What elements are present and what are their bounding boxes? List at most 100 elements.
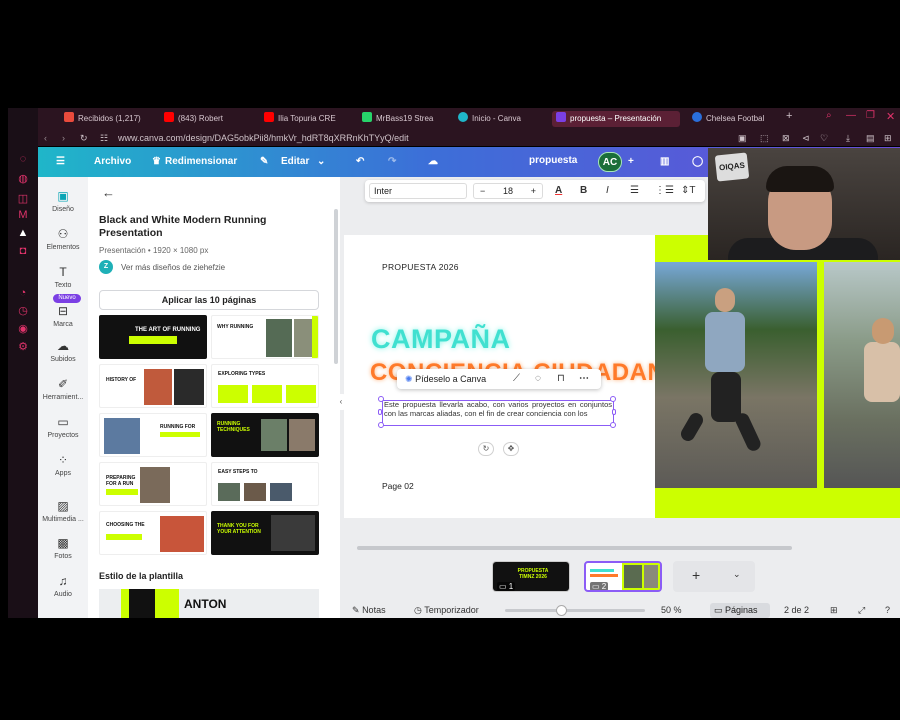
font-family-select[interactable]: Inter [369, 183, 467, 199]
template-page-thumb[interactable]: RUNNING FOR [99, 413, 207, 457]
rail-item-projects[interactable]: ▭ Proyectos [38, 415, 88, 439]
messenger-icon[interactable]: ◍ [16, 172, 30, 186]
resize-handle[interactable] [378, 409, 382, 415]
wallet-icon[interactable]: ▤ [866, 131, 875, 145]
resize-handle[interactable] [610, 422, 616, 428]
maximize-icon[interactable]: ❐ [866, 110, 875, 121]
extensions-icon[interactable]: ⊞ [884, 131, 892, 145]
template-page-thumb[interactable]: THANK YOU FOR YOUR ATTENTION [211, 511, 319, 555]
plus-icon[interactable]: + [531, 184, 536, 198]
site-info-icon[interactable]: ☷ [100, 131, 108, 145]
history-icon[interactable]: ◔ [16, 286, 30, 300]
download-icon[interactable]: ⤓ [846, 131, 850, 145]
resize-handle[interactable] [612, 409, 616, 415]
panel-scrollbar[interactable] [334, 209, 338, 364]
rail-item-uploads[interactable]: ☁ Subidos [38, 339, 88, 363]
tab-youtube-2[interactable]: Ilia Topuria CRE [264, 111, 350, 127]
tab-chelsea[interactable]: Chelsea Footbal [692, 111, 778, 127]
twitch-icon[interactable]: ◘ [16, 244, 30, 258]
zoom-level[interactable]: 50 % [661, 604, 682, 616]
font-size-stepper[interactable]: − 18 + [473, 183, 543, 199]
share-icon[interactable]: ⊲ [802, 131, 810, 145]
screenshot-icon[interactable]: ⬚ [760, 131, 769, 145]
forward-arrow-icon[interactable]: › [62, 131, 65, 145]
rail-item-apps[interactable]: ⁘ Apps [38, 453, 88, 477]
font-size-value[interactable]: 18 [503, 186, 513, 196]
settings-icon[interactable]: ⚙ [16, 340, 30, 354]
template-page-thumb[interactable]: EXPLORING TYPES [211, 364, 319, 408]
rail-item-brand[interactable]: ⊟ Marca [38, 304, 88, 328]
slide-headline-campana[interactable]: CAMPAÑA [371, 324, 511, 355]
hamburger-menu-icon[interactable]: ☰ [56, 155, 65, 169]
tab-youtube-1[interactable]: (843) Robert [164, 111, 250, 127]
clock-icon[interactable]: ◷ [16, 304, 30, 318]
resize-handle[interactable] [610, 396, 616, 402]
template-page-thumb[interactable]: THE ART OF RUNNING [99, 315, 207, 359]
rail-item-tools[interactable]: ✐ Herramient... [38, 377, 88, 401]
zoom-slider-handle[interactable] [556, 605, 567, 616]
zoom-slider-track[interactable] [505, 609, 645, 612]
chevron-down-icon[interactable]: ⌄ [733, 569, 741, 580]
comment-add-icon[interactable]: ◌ [535, 372, 541, 386]
pin-icon[interactable]: ◉ [16, 322, 30, 336]
runner-photo-secondary[interactable] [824, 262, 900, 488]
minus-icon[interactable]: − [480, 184, 485, 198]
new-tab-plus-icon[interactable]: + [786, 110, 792, 122]
ai-icon[interactable]: ▲ [16, 226, 30, 240]
discord-icon[interactable]: ◫ [16, 192, 30, 206]
collapse-panel-icon[interactable]: ‹ [336, 394, 346, 410]
minimize-icon[interactable]: — [846, 110, 856, 121]
author-link[interactable]: Ver más diseños de ziehefzie [121, 263, 225, 272]
tab-kick[interactable]: MrBass19 Strea [362, 111, 448, 127]
ask-canva-button[interactable]: ✺ Pídeselo a Canva [405, 372, 486, 386]
rail-item-elements[interactable]: ⚇ Elementos [38, 227, 88, 251]
italic-icon[interactable]: I [606, 183, 609, 199]
help-icon[interactable]: ? [885, 604, 890, 616]
reload-icon[interactable]: ↻ [80, 131, 88, 145]
search-icon[interactable]: ⌕ [826, 110, 832, 121]
tab-gmail[interactable]: Recibidos (1,217) [64, 111, 150, 127]
plus-icon[interactable]: + [692, 567, 700, 583]
slide-body-text[interactable]: Este propuesta llevarla acabo, con vario… [382, 400, 614, 426]
undo-icon[interactable]: ↶ [356, 155, 364, 169]
template-style-card[interactable]: ANTON [99, 589, 319, 618]
move-icon[interactable]: ✥ [503, 442, 519, 456]
analytics-icon[interactable]: ▥ [660, 155, 669, 169]
back-arrow-icon[interactable]: ← [102, 185, 115, 200]
url-field[interactable]: www.canva.com/design/DAG5obkPii8/hmkVr_h… [118, 131, 409, 145]
rail-item-design[interactable]: ▣ Diseño [38, 189, 88, 213]
rail-item-audio[interactable]: ♫ Audio [38, 574, 88, 598]
gmail-side-icon[interactable]: M [16, 208, 30, 222]
edit-button[interactable]: Editar [281, 155, 309, 169]
notes-button[interactable]: ✎ Notas [352, 604, 386, 616]
magic-write-icon[interactable]: ⟋ [513, 372, 520, 386]
document-title[interactable]: propuesta [529, 155, 577, 166]
resize-handle[interactable] [378, 396, 384, 402]
rail-item-photos[interactable]: ▩ Fotos [38, 536, 88, 560]
text-color-icon[interactable]: A [555, 183, 562, 199]
text-spacing-icon[interactable]: ⇕T [681, 183, 696, 199]
vpn-icon[interactable]: ⊠ [782, 131, 790, 145]
avatar[interactable]: AC [598, 152, 622, 172]
rail-item-media[interactable]: ▨ Multimedia ... [38, 499, 88, 523]
close-icon[interactable]: ✕ [886, 110, 895, 123]
rail-item-text[interactable]: T Texto [38, 265, 88, 289]
page-thumbnail-1[interactable]: PROPUESTA TIMNZ 2026 ▭ 1 [492, 561, 570, 592]
align-justify-icon[interactable]: ☰ [630, 183, 639, 199]
grid-view-icon[interactable]: ⊞ [830, 604, 838, 616]
template-page-thumb[interactable]: WHY RUNNING [211, 315, 319, 359]
rotate-icon[interactable]: ↻ [478, 442, 494, 456]
template-page-thumb[interactable]: HISTORY OF [99, 364, 207, 408]
tab-canva-home[interactable]: Inicio - Canva [458, 111, 544, 127]
comment-icon[interactable]: ◯ [692, 155, 703, 169]
aria-icon[interactable]: ◌ [16, 152, 30, 166]
add-collaborator-icon[interactable]: + [628, 155, 634, 169]
add-page-button[interactable]: + ⌄ [673, 561, 755, 592]
slide-kicker[interactable]: PROPUESTA 2026 [382, 262, 459, 272]
template-page-thumb[interactable]: PREPARING FOR A RUN [99, 462, 207, 506]
slide-page-label[interactable]: Page 02 [382, 481, 414, 491]
fullscreen-icon[interactable]: ⤢ [858, 604, 865, 616]
template-page-thumb[interactable]: RUNNING TECHNIQUES [211, 413, 319, 457]
file-menu-button[interactable]: Archivo [94, 155, 131, 169]
camera-icon[interactable]: ▣ [738, 131, 747, 145]
